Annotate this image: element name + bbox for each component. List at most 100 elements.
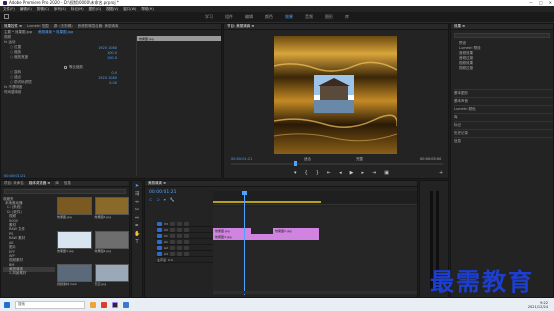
premiere-pro-taskbar-icon[interactable] <box>112 301 118 308</box>
source-patch-toggle[interactable] <box>157 251 162 256</box>
sync-lock-icon[interactable] <box>176 221 182 226</box>
effects-panel-title[interactable]: 效果 ≡ <box>454 24 465 29</box>
effects-search-input[interactable] <box>454 33 550 38</box>
mic-icon[interactable] <box>183 245 189 250</box>
section-info[interactable]: 信息 <box>454 137 553 145</box>
marker-icon[interactable]: ▾ <box>294 170 297 176</box>
rotation-value[interactable]: 0.0 <box>111 71 117 75</box>
menu-marker[interactable]: 标记(M) <box>71 7 84 12</box>
home-icon[interactable] <box>4 14 9 19</box>
menu-graphics[interactable]: 图形(G) <box>89 7 101 12</box>
solo-icon[interactable] <box>176 239 182 244</box>
source-patch-toggle[interactable] <box>157 245 162 250</box>
start-icon[interactable] <box>4 301 10 308</box>
lock-track-icon[interactable] <box>169 221 175 226</box>
in-point-icon[interactable]: { <box>305 170 308 176</box>
hand-tool-icon[interactable]: ✋ <box>134 231 140 237</box>
mute-icon[interactable] <box>169 245 175 250</box>
menu-help[interactable]: 帮助(H) <box>141 7 153 12</box>
mic-icon[interactable] <box>183 239 189 244</box>
sequence-clip-label[interactable]: 美丽清爽 * 效果图.jpg <box>38 30 73 35</box>
workspace-graphics[interactable]: 图形 <box>325 14 333 20</box>
workspace-learn[interactable]: 学习 <box>205 14 213 20</box>
tab-libraries[interactable]: 库 <box>55 181 59 186</box>
media-thumbnail[interactable]: 效果图2.jpg <box>94 197 129 228</box>
go-to-in-icon[interactable]: ⇤ <box>327 170 331 176</box>
workspace-assembly[interactable]: 组件 <box>225 14 233 20</box>
close-button[interactable]: ✕ <box>549 0 552 5</box>
linked-selection-icon[interactable]: ⊃ <box>156 197 159 202</box>
timeline-zoom-scrollbar[interactable] <box>213 291 417 294</box>
playhead-handle[interactable] <box>242 191 247 195</box>
mini-timeline-clip[interactable]: 效果图.jpg <box>137 36 221 41</box>
scale-width-value[interactable]: 100.0 <box>107 56 117 60</box>
source-patch-toggle[interactable] <box>157 221 162 226</box>
workspace-audio[interactable]: 音频 <box>305 14 313 20</box>
source-patch-toggle[interactable] <box>157 233 162 238</box>
program-fit-select[interactable]: 适合 <box>304 157 311 162</box>
section-essential-graphics[interactable]: 基本图形 <box>454 89 553 97</box>
selection-tool-icon[interactable]: ➤ <box>134 183 140 189</box>
solo-icon[interactable] <box>176 245 182 250</box>
pen-tool-icon[interactable]: ✒ <box>134 223 140 229</box>
section-libraries[interactable]: 库 <box>454 113 553 121</box>
add-button-icon[interactable]: + <box>439 170 443 176</box>
program-monitor-title[interactable]: 节目: 美丽清爽 ≡ <box>227 24 254 29</box>
step-forward-icon[interactable]: ▸ <box>361 170 364 176</box>
taskbar-clock[interactable]: 9:22 2021/12/24 <box>528 301 548 309</box>
program-video-frame[interactable] <box>274 36 397 154</box>
source-patch-toggle[interactable] <box>157 239 162 244</box>
tab-project[interactable]: 项目: 未命名 <box>4 181 24 186</box>
menu-sequence[interactable]: 序列(S) <box>54 7 66 12</box>
menu-clip[interactable]: 剪辑(C) <box>37 7 49 12</box>
section-essential-sound[interactable]: 基本声音 <box>454 97 553 105</box>
file-explorer-icon[interactable] <box>90 301 96 308</box>
step-back-icon[interactable]: ◂ <box>339 170 342 176</box>
media-thumbnail[interactable]: 效果图3.jpg <box>57 230 92 262</box>
play-icon[interactable]: ▶ <box>350 170 354 176</box>
menu-file[interactable]: 文件(F) <box>3 7 15 12</box>
effect-row[interactable]: 时间重映射 <box>4 90 135 95</box>
effect-controls-timecode[interactable]: 00:00:01:21 <box>4 174 25 178</box>
tab-info[interactable]: 信息 <box>64 181 71 186</box>
minimize-button[interactable]: — <box>529 0 533 5</box>
type-tool-icon[interactable]: T <box>134 239 140 245</box>
source-patch-toggle[interactable] <box>157 227 162 232</box>
workspace-editing[interactable]: 编辑 <box>245 14 253 20</box>
media-thumbnail[interactable]: 视频素材.mp4 <box>57 264 92 295</box>
menu-edit[interactable]: 编辑(E) <box>20 7 32 12</box>
master-volume-value[interactable]: 0.0 <box>168 258 173 262</box>
scale-value[interactable]: 100.0 <box>107 51 117 55</box>
lock-track-icon[interactable] <box>169 227 175 232</box>
timeline-playhead[interactable] <box>244 191 245 295</box>
add-marker-icon[interactable]: ▾ <box>164 197 166 202</box>
effect-mini-timeline[interactable]: 效果图.jpg <box>136 36 221 176</box>
lock-track-icon[interactable] <box>169 233 175 238</box>
media-thumbnail[interactable]: 天空.jpg <box>94 264 129 295</box>
maximize-button[interactable]: □ <box>539 0 543 5</box>
taskbar-search-input[interactable]: 搜索 <box>15 300 85 309</box>
mute-icon[interactable] <box>169 239 175 244</box>
anchor-value[interactable]: 1920 1080 <box>98 76 117 80</box>
go-to-out-icon[interactable]: ⇥ <box>372 170 376 176</box>
program-timecode-left[interactable]: 00:00:01:21 <box>231 157 252 161</box>
track-select-tool-icon[interactable]: ⇶ <box>134 191 140 197</box>
folder-item[interactable]: 2.风景素材 <box>3 271 55 276</box>
menu-view[interactable]: 视图(V) <box>106 7 118 12</box>
timeline-clip[interactable]: 效果图3.jpg <box>213 234 319 240</box>
ripple-edit-tool-icon[interactable]: ⟛ <box>134 199 140 205</box>
media-thumbnail[interactable]: 效果图.jpg <box>57 197 92 228</box>
section-markers[interactable]: 标记 <box>454 121 553 129</box>
sync-lock-icon[interactable] <box>176 227 182 232</box>
slip-tool-icon[interactable]: ⇔ <box>134 215 140 221</box>
eye-icon[interactable] <box>183 221 189 226</box>
section-lumetri-color[interactable]: Lumetri 颜色 <box>454 105 553 113</box>
out-point-icon[interactable]: } <box>316 170 319 176</box>
tab-effect-controls[interactable]: 效果控件 ≡ <box>4 24 22 29</box>
work-area-bar[interactable] <box>213 201 321 203</box>
media-thumbnail[interactable]: 效果图4.jpg <box>94 230 129 262</box>
sync-lock-icon[interactable] <box>176 233 182 238</box>
snap-icon[interactable]: ⊂ <box>149 197 152 202</box>
timeline-sequence-tab[interactable]: 美丽清爽 ≡ <box>148 181 166 186</box>
tab-lumetri-scopes[interactable]: Lumetri 范围 <box>27 24 49 29</box>
